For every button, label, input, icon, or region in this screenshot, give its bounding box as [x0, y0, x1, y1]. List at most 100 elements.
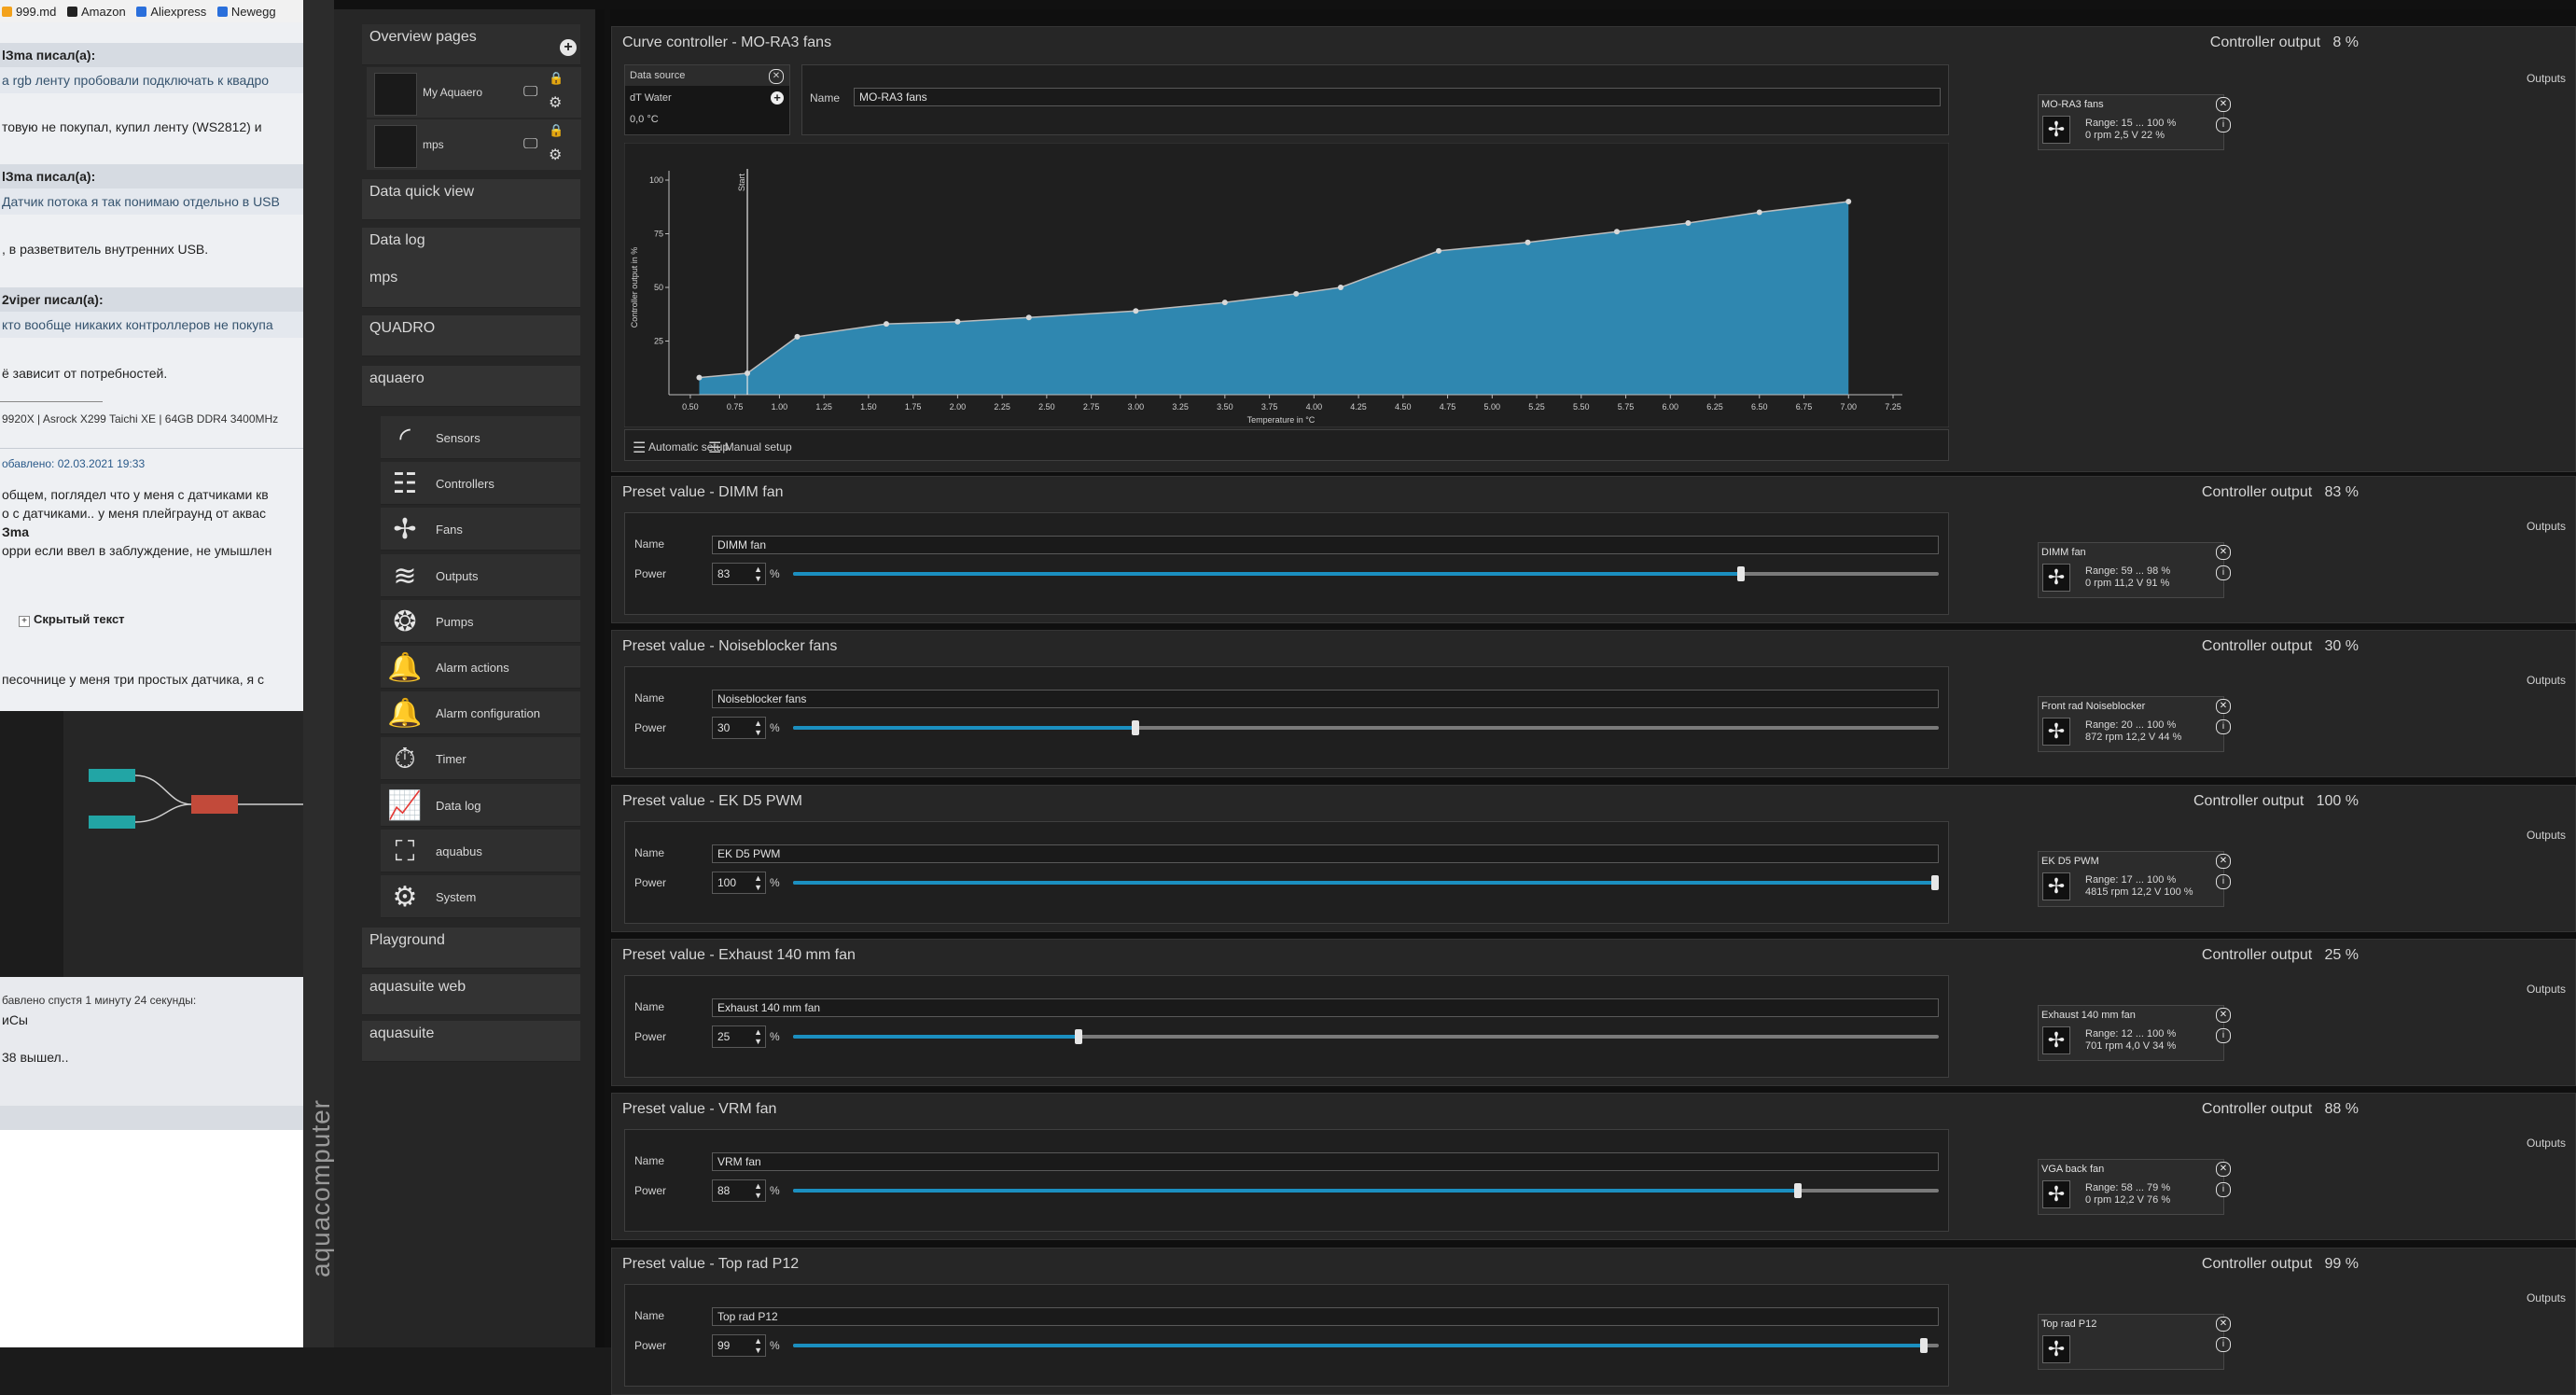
info-icon[interactable]: i — [2216, 873, 2231, 889]
info-icon[interactable]: i — [2216, 719, 2231, 735]
overview-item[interactable]: mps 🖵 🔒 ⚙ — [367, 119, 581, 170]
add-icon[interactable]: + — [771, 91, 784, 105]
name-field[interactable]: Noiseblocker fans — [712, 690, 1939, 709]
stepper-arrows-icon[interactable]: ▲ ▼ — [754, 873, 762, 892]
spoiler-toggle[interactable]: + Скрытый текст — [19, 612, 125, 627]
curve-chart[interactable]: 100 75 50 25 0.50 0.75 1.00 1.25 1.50 1.75 2.00 2.2… — [624, 143, 1949, 427]
power-slider[interactable] — [793, 1034, 1939, 1039]
data-source-reading: 0,0 °C — [630, 114, 659, 125]
manual-setup-button[interactable]: ☰ Manual setup — [708, 439, 792, 457]
scrollbar[interactable] — [605, 9, 610, 1347]
y-axis-label: Controller output in % — [630, 247, 639, 328]
name-field[interactable]: Top rad P12 — [712, 1306, 1939, 1326]
output-card[interactable]: DIMM fan ✢ Range: 59 ... 98 % 0 rpm 11,2… — [2038, 542, 2231, 598]
remove-output-icon[interactable]: ✕ — [2216, 97, 2231, 112]
slider-thumb[interactable] — [1931, 874, 1939, 890]
bookmark-item[interactable]: Aliexpress — [136, 5, 206, 19]
nav-playground[interactable]: Playground — [362, 928, 580, 969]
percent-label: % — [770, 875, 780, 889]
nav-data-log[interactable]: Data log — [362, 228, 580, 269]
sidebar-item-outputs[interactable]: ≋ Outputs — [381, 553, 580, 597]
sidebar-item-fans[interactable]: ✢ Fans — [381, 508, 580, 551]
name-field[interactable]: DIMM fan — [712, 536, 1939, 554]
sidebar-item-alarm-actions[interactable]: 🔔 Alarm actions — [381, 646, 580, 689]
fan-icon: ✢ — [2042, 116, 2070, 144]
gear-icon[interactable]: ⚙ — [549, 93, 562, 112]
monitor-icon[interactable]: 🖵 — [523, 84, 537, 101]
power-slider[interactable] — [793, 1189, 1939, 1193]
stepper-arrows-icon[interactable]: ▲ ▼ — [754, 1336, 762, 1355]
name-field[interactable]: Exhaust 140 mm fan — [712, 997, 1939, 1017]
power-slider[interactable] — [793, 1343, 1939, 1347]
output-card[interactable]: EK D5 PWM ✢ Range: 17 ... 100 % 4815 rpm… — [2038, 850, 2231, 907]
stepper-arrows-icon[interactable]: ▲ ▼ — [754, 1181, 762, 1200]
sidebar-item-system[interactable]: ⚙ System — [381, 875, 580, 918]
nav-quadro[interactable]: QUADRO — [362, 315, 580, 356]
slider-thumb[interactable] — [1736, 566, 1745, 581]
info-icon[interactable]: i — [2216, 565, 2231, 580]
bookmark-item[interactable]: Amazon — [67, 5, 126, 19]
stepper-arrows-icon[interactable]: ▲ ▼ — [754, 718, 762, 737]
remove-output-icon[interactable]: ✕ — [2216, 853, 2231, 869]
slider-thumb[interactable] — [1794, 1183, 1803, 1199]
power-slider[interactable] — [793, 726, 1939, 731]
power-stepper[interactable]: 99 ▲ ▼ — [712, 1333, 766, 1357]
add-icon[interactable]: + — [560, 39, 577, 56]
overview-pages-header[interactable]: Overview pages + — [362, 24, 580, 65]
power-stepper[interactable]: 30 ▲ ▼ — [712, 717, 766, 740]
slider-thumb[interactable] — [1919, 1337, 1928, 1353]
newegg-icon — [216, 7, 228, 17]
close-icon[interactable]: ✕ — [769, 69, 784, 84]
info-icon[interactable]: i — [2216, 1182, 2231, 1198]
power-stepper[interactable]: 25 ▲ ▼ — [712, 1025, 766, 1048]
slider-thumb[interactable] — [1075, 1028, 1082, 1044]
monitor-icon[interactable]: 🖵 — [523, 136, 537, 153]
sidebar-item-timer[interactable]: ⏱ Timer — [381, 737, 580, 781]
stepper-arrows-icon[interactable]: ▲ ▼ — [754, 565, 762, 583]
stepper-arrows-icon[interactable]: ▲ ▼ — [754, 1027, 762, 1046]
power-slider[interactable] — [793, 880, 1939, 885]
remove-output-icon[interactable]: ✕ — [2216, 1162, 2231, 1178]
sidebar-item-pumps[interactable]: ❂ Pumps — [381, 599, 580, 643]
power-stepper[interactable]: 100 ▲ ▼ — [712, 871, 766, 894]
info-icon[interactable]: i — [2216, 118, 2231, 133]
nav-data-quick-view[interactable]: Data quick view — [362, 179, 580, 220]
setup-bar: ☰ Automatic setup ☰ Manual setup — [624, 429, 1949, 461]
lock-icon[interactable]: 🔒 — [549, 123, 564, 138]
output-card[interactable]: MO-RA3 fans ✢ Range: 15 ... 100 % 0 rpm … — [2038, 94, 2231, 150]
slider-thumb[interactable] — [1132, 720, 1140, 736]
power-stepper[interactable]: 83 ▲ ▼ — [712, 563, 766, 585]
nav-aquasuite-web[interactable]: aquasuite web — [362, 974, 580, 1015]
sidebar-item-aquabus[interactable]: ⛶ aquabus — [381, 829, 580, 872]
name-field[interactable]: EK D5 PWM — [712, 844, 1939, 863]
output-card[interactable]: Front rad Noiseblocker ✢ Range: 20 ... 1… — [2038, 696, 2231, 753]
post-line: Зma — [2, 524, 30, 539]
lock-icon[interactable]: 🔒 — [549, 71, 564, 86]
output-card[interactable]: Exhaust 140 mm fan ✢ Range: 12 ... 100 %… — [2038, 1004, 2231, 1061]
remove-output-icon[interactable]: ✕ — [2216, 699, 2231, 715]
bookmark-item[interactable]: Newegg — [216, 5, 276, 19]
power-slider[interactable] — [793, 572, 1939, 576]
name-field[interactable]: VRM fan — [712, 1152, 1939, 1172]
sidebar-item-data-log[interactable]: 📈 Data log — [381, 783, 580, 827]
bookmark-item[interactable]: 999.md — [2, 5, 56, 19]
nav-mps[interactable]: mps — [362, 267, 580, 308]
remove-output-icon[interactable]: ✕ — [2216, 545, 2231, 560]
sidebar-item-alarm-configuration[interactable]: 🔔 Alarm configuration — [381, 691, 580, 735]
nav-aquasuite[interactable]: aquasuite — [362, 1021, 580, 1062]
sidebar-item-sensors[interactable]: ◜ Sensors — [381, 416, 580, 459]
info-icon[interactable]: i — [2216, 1336, 2231, 1352]
remove-output-icon[interactable]: ✕ — [2216, 1007, 2231, 1023]
name-field[interactable]: MO-RA3 fans — [854, 88, 1941, 106]
power-stepper[interactable]: 88 ▲ ▼ — [712, 1179, 766, 1203]
fan-icon: ✢ — [2042, 1180, 2070, 1209]
gear-icon[interactable]: ⚙ — [549, 146, 562, 164]
nav-aquaero[interactable]: aquaero — [362, 366, 580, 407]
remove-output-icon[interactable]: ✕ — [2216, 1316, 2231, 1332]
output-card[interactable]: VGA back fan ✢ Range: 58 ... 79 % 0 rpm … — [2038, 1159, 2231, 1216]
output-card[interactable]: Top rad P12 ✢ ✕ i — [2038, 1313, 2231, 1370]
embedded-screenshot[interactable] — [0, 711, 303, 977]
info-icon[interactable]: i — [2216, 1027, 2231, 1043]
sidebar-item-controllers[interactable]: ☷ Controllers — [381, 462, 580, 506]
overview-item[interactable]: My Aquaero 🖵 🔒 ⚙ — [367, 67, 581, 118]
